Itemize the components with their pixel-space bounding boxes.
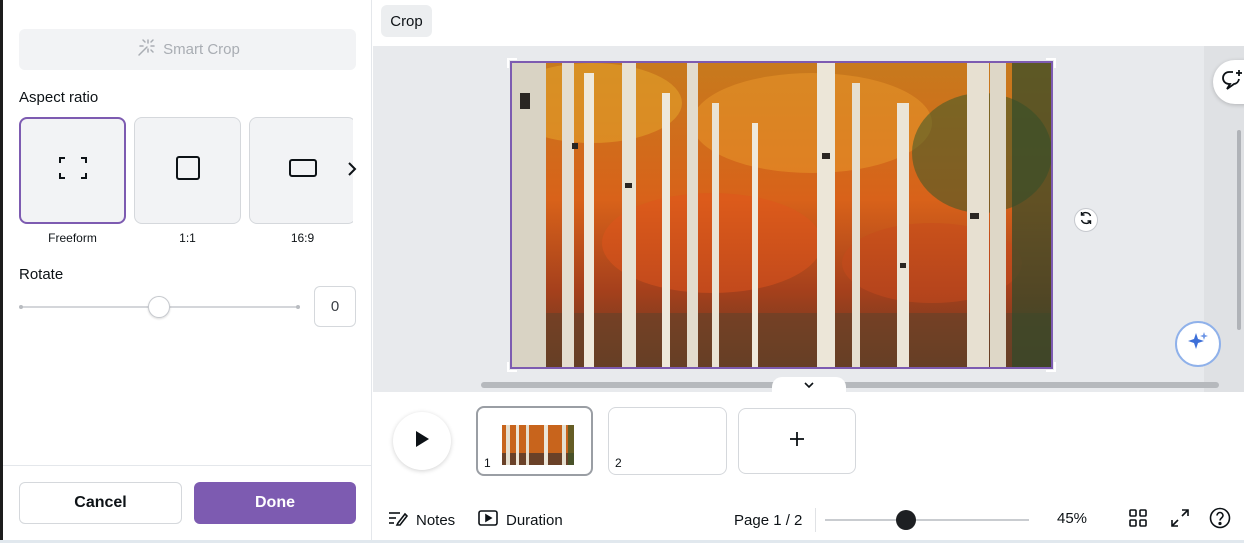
rotate-icon (1079, 211, 1093, 230)
grid-view-icon (1129, 508, 1147, 532)
chevron-down-icon (804, 376, 814, 394)
rotate-slider-max (296, 305, 300, 309)
page-1-preview (502, 425, 574, 465)
grid-view-button[interactable] (1126, 508, 1150, 532)
collapse-pages-button[interactable] (772, 377, 846, 393)
notes-icon (388, 510, 409, 530)
editor-window: Smart Crop Aspect ratio Freeform 1:1 16:… (0, 0, 1244, 543)
ratio-1-1-card[interactable] (134, 117, 241, 224)
fullscreen-icon (1171, 508, 1189, 532)
page-thumbnail-1[interactable]: 1 (476, 406, 593, 476)
add-page-button[interactable] (738, 408, 856, 474)
crop-handle-top-left[interactable] (507, 58, 517, 68)
help-icon (1209, 507, 1231, 534)
zoom-value[interactable]: 45% (1050, 510, 1094, 527)
help-button[interactable] (1208, 507, 1232, 534)
cancel-button[interactable]: Cancel (19, 482, 182, 524)
crop-chip[interactable]: Crop (381, 5, 432, 37)
aspen-forest-photo (512, 63, 1051, 367)
rotate-slider-thumb[interactable] (148, 296, 170, 318)
crop-handle-bottom-left[interactable] (507, 362, 517, 372)
magic-wand-icon (135, 38, 155, 62)
horizontal-scrollbar[interactable] (481, 382, 1219, 388)
plus-icon (789, 431, 805, 452)
zoom-slider-thumb[interactable] (896, 510, 916, 530)
play-icon (414, 430, 430, 453)
ratio-scroll-right[interactable] (343, 160, 361, 182)
notes-label: Notes (416, 511, 456, 529)
ratio-freeform-card[interactable] (19, 117, 126, 224)
page-number-1: 1 (484, 456, 491, 470)
done-button[interactable]: Done (194, 482, 356, 524)
comment-add-icon (1221, 69, 1243, 96)
page-number-2: 2 (615, 456, 622, 470)
duration-label: Duration (506, 511, 563, 529)
magic-assistant-button[interactable] (1175, 321, 1221, 367)
rotate-input[interactable]: 0 (314, 286, 356, 327)
crop-handle-bottom-right[interactable] (1046, 362, 1056, 372)
fullscreen-button[interactable] (1168, 508, 1192, 532)
duration-icon (478, 510, 498, 530)
ratio-16-9-card[interactable] (249, 117, 353, 224)
square-icon (175, 156, 200, 185)
rotate-slider-min (19, 305, 23, 309)
footer-separator (815, 508, 816, 532)
smart-crop-label: Smart Crop (163, 41, 240, 58)
sparkle-icon (1187, 331, 1209, 358)
ratio-16-9-label: 16:9 (290, 231, 315, 245)
ratio-overflow-area: 16:9 (249, 110, 353, 250)
smart-crop-button[interactable]: Smart Crop (19, 29, 356, 70)
play-button[interactable] (393, 412, 451, 470)
rotate-heading: Rotate (19, 266, 64, 283)
ratio-1-1-label: 1:1 (179, 231, 196, 245)
duration-button[interactable]: Duration (478, 509, 563, 531)
page-indicator: Page 1 / 2 (734, 511, 803, 529)
chevron-right-icon (347, 161, 357, 181)
landscape-icon (288, 159, 317, 182)
zoom-slider-track[interactable] (825, 519, 1029, 521)
ratio-freeform-label: Freeform (48, 231, 97, 245)
crop-image[interactable] (510, 61, 1053, 369)
page-thumbnail-2[interactable]: 2 (608, 407, 727, 475)
vertical-scrollbar[interactable] (1237, 130, 1241, 330)
rotate-handle[interactable] (1074, 208, 1098, 232)
freeform-icon (58, 157, 87, 184)
notes-button[interactable]: Notes (388, 509, 455, 531)
crop-panel: Smart Crop Aspect ratio Freeform 1:1 16:… (3, 0, 372, 543)
aspect-ratio-heading: Aspect ratio (19, 89, 99, 106)
crop-handle-top-right[interactable] (1046, 58, 1056, 68)
panel-divider (3, 465, 372, 466)
